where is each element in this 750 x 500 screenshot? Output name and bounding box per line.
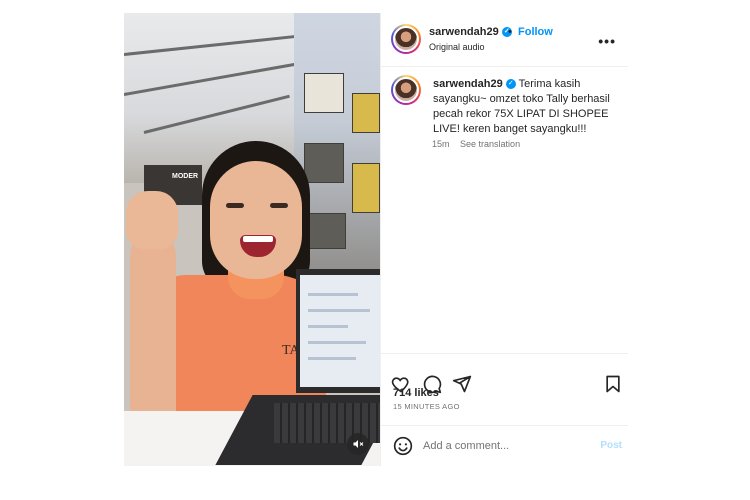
shelf-box <box>306 213 346 249</box>
post-time: 15 MINUTES AGO <box>393 402 460 411</box>
screen-line <box>308 341 366 344</box>
caption-username[interactable]: sarwendah29 <box>433 78 503 90</box>
post-comment-button[interactable]: Post <box>600 440 622 451</box>
screen-line <box>308 293 358 296</box>
screen-line <box>308 309 370 312</box>
caption-avatar[interactable] <box>391 75 421 105</box>
mute-icon <box>353 440 364 448</box>
screen-line <box>308 357 356 360</box>
screen-line <box>308 325 348 328</box>
avatar[interactable] <box>391 24 421 54</box>
caption-meta: 15m See translation <box>432 139 520 149</box>
likes-count[interactable]: 714 likes <box>393 387 439 399</box>
more-icon[interactable]: ••• <box>598 33 616 49</box>
shelf-box <box>304 73 344 113</box>
shelf-box <box>304 143 344 183</box>
comment-input[interactable] <box>423 436 583 456</box>
separator-dot: • <box>508 26 512 38</box>
shelf-box <box>352 163 380 213</box>
caption: sarwendah29 ✓ Terima kasih sayangku~ omz… <box>433 77 613 137</box>
bookmark-icon[interactable] <box>603 374 623 394</box>
eye-left <box>226 203 244 208</box>
teeth <box>243 236 273 242</box>
shelf-box <box>352 93 380 133</box>
share-icon[interactable] <box>452 374 472 394</box>
instagram-post: MODER TA sarwendah29 ✓ • Follow Original… <box>124 13 628 466</box>
eye-right <box>270 203 288 208</box>
verified-icon: ✓ <box>505 79 516 90</box>
person-face <box>210 161 302 279</box>
post-header: sarwendah29 ✓ • Follow Original audio ••… <box>381 13 628 67</box>
post-side-panel: sarwendah29 ✓ • Follow Original audio ••… <box>380 13 628 466</box>
fist <box>126 191 178 249</box>
laptop-display <box>300 275 380 387</box>
caption-time: 15m <box>432 139 450 149</box>
follow-button[interactable]: Follow <box>518 26 553 38</box>
post-video[interactable]: MODER TA <box>124 13 380 466</box>
emoji-icon[interactable] <box>393 436 413 456</box>
see-translation-link[interactable]: See translation <box>460 139 520 149</box>
audio-label[interactable]: Original audio <box>429 42 485 52</box>
header-username[interactable]: sarwendah29 ✓ <box>429 26 512 38</box>
mute-button[interactable] <box>347 433 369 455</box>
comment-bar: Post <box>381 425 628 466</box>
